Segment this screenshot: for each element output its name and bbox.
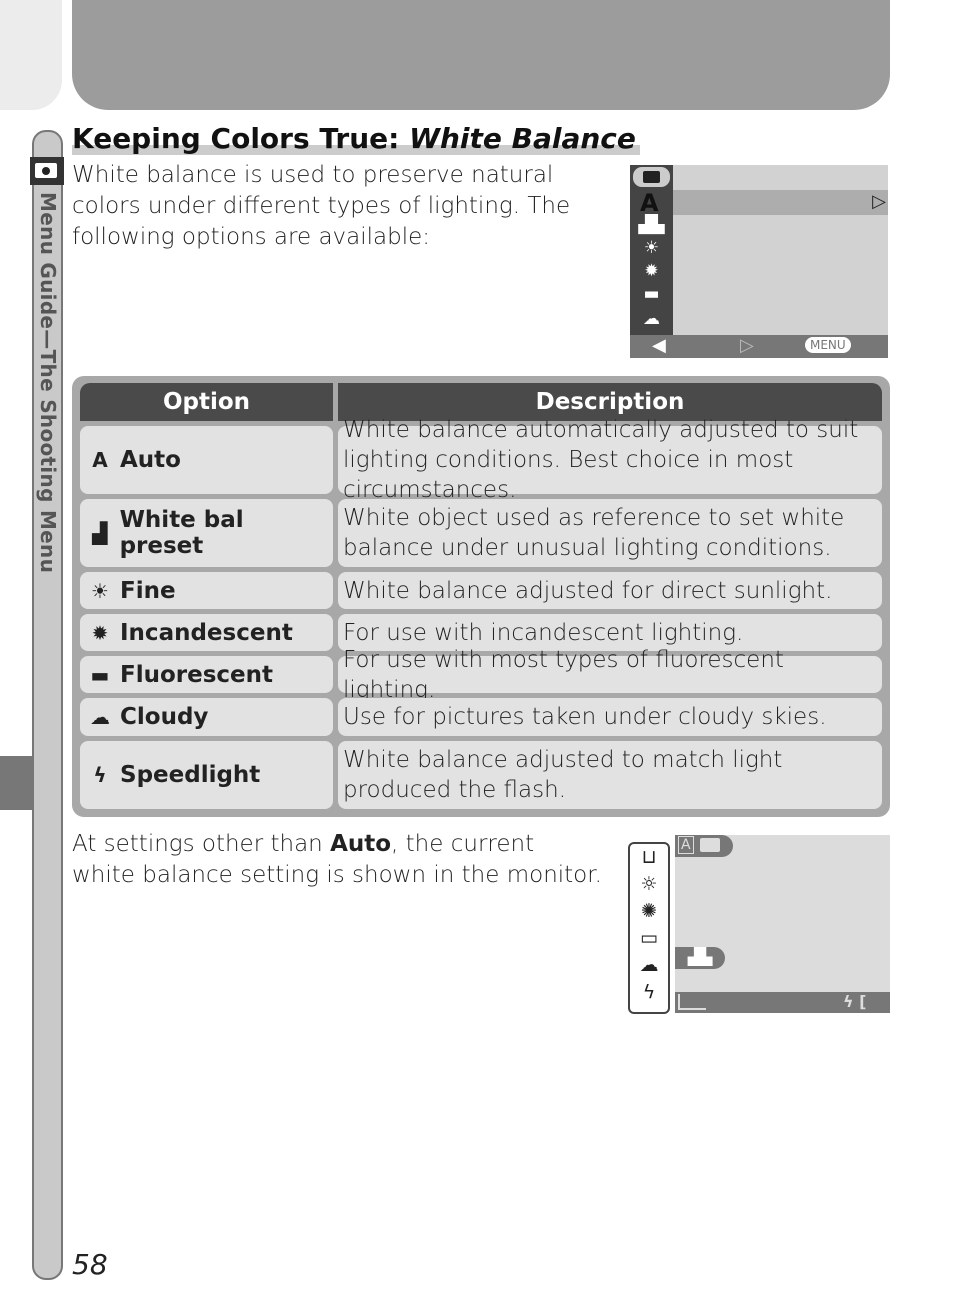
arrow-right-icon: ▷ — [740, 335, 754, 356]
title-italic: White Balance — [409, 122, 636, 155]
header-option: Option — [80, 383, 333, 421]
option-label: Incandescent — [120, 619, 293, 646]
title-main: Keeping Colors True: — [72, 122, 410, 155]
fluorescent-icon: ▭ — [640, 927, 658, 949]
description-cell: White object used as reference to set wh… — [338, 499, 882, 567]
intro-text: White balance is used to preserve natura… — [72, 162, 571, 250]
option-description: For use with incandescent lighting. — [343, 619, 744, 646]
mode-indicator: A — [675, 835, 733, 857]
option-description: White balance adjusted to match light pr… — [343, 747, 783, 803]
frame-bracket-icon — [678, 994, 706, 1010]
incandescent-icon: ✹ — [644, 261, 659, 281]
speedlight-icon: ϟ — [642, 981, 656, 1003]
fluorescent-icon: ▬ — [643, 284, 660, 304]
corner-block — [0, 0, 62, 110]
note-bold: Auto — [330, 831, 392, 857]
fluorescent-icon: ▬ — [90, 662, 110, 687]
auto-mode-icon: A — [678, 836, 694, 854]
description-cell: Use for pictures taken under cloudy skie… — [338, 698, 882, 736]
option-label: Speedlight — [120, 762, 261, 788]
camera-icon — [30, 157, 64, 185]
option-cell: ▬ Fluorescent — [80, 656, 333, 693]
option-label: Fine — [120, 577, 176, 604]
white-bal-preset-indicator: ▟▙ — [675, 947, 725, 969]
camera-icon — [633, 167, 670, 187]
option-description: White object used as reference to set wh… — [343, 505, 845, 561]
incandescent-icon: ✹ — [91, 620, 109, 645]
camera-icon — [700, 838, 720, 852]
option-cell: ▟ White bal preset — [80, 499, 333, 567]
side-tab-label: Menu Guide—The Shooting Menu — [36, 192, 60, 574]
section-marker — [0, 756, 34, 810]
option-label: White bal preset — [119, 507, 244, 559]
flash-icon: ϟ [ — [843, 992, 867, 1011]
option-cell: A Auto — [80, 426, 333, 494]
monitor-status-bar: ϟ [ — [675, 992, 890, 1013]
cloudy-icon: ☁ — [643, 309, 660, 329]
white-balance-menu-screen: A ▷ ▟▙ ☀ ✹ ▬ ☁ ◀ ▷ MENU — [630, 165, 888, 358]
option-label: Cloudy — [120, 704, 209, 730]
option-description: For use with most types of fluorescent l… — [343, 646, 784, 703]
option-description: White balance automatically adjusted to … — [343, 417, 859, 503]
page-number: 58 — [72, 1248, 108, 1281]
arrow-left-icon: ◀ — [652, 335, 666, 356]
header-banner — [72, 0, 890, 110]
white-bal-preset-icon: ▟▙ — [638, 215, 665, 235]
option-cell: ☀ Fine — [80, 572, 333, 609]
monitor-display: A ▟▙ ϟ [ — [675, 835, 890, 1013]
option-label: Fluorescent — [120, 661, 274, 688]
menu-button-icon: MENU — [805, 337, 851, 353]
fine-icon: ☀ — [643, 238, 660, 258]
auto-icon: A — [92, 448, 108, 472]
page-title: Keeping Colors True: White Balance — [72, 122, 640, 155]
fine-icon: ☀ — [91, 578, 109, 603]
white-bal-preset-icon: ▟ — [92, 521, 108, 545]
option-description: White balance adjusted for direct sunlig… — [343, 577, 833, 604]
options-table: Option Description A Auto White balance … — [72, 376, 890, 817]
note-text: At settings other than — [72, 831, 331, 857]
description-cell: White balance adjusted for direct sunlig… — [338, 572, 882, 609]
description-cell: White balance adjusted to match light pr… — [338, 741, 882, 809]
description-cell: White balance automatically adjusted to … — [338, 417, 882, 503]
option-label: Auto — [120, 447, 181, 473]
description-cell: For use with most types of fluorescent l… — [338, 647, 882, 703]
auto-icon: A — [640, 189, 659, 217]
speedlight-icon: ϟ — [93, 763, 107, 787]
cloudy-icon: ☁ — [639, 954, 659, 976]
white-bal-preset-icon: ⊔ — [641, 846, 657, 868]
white-balance-icon-list: ⊔ ☼ ✺ ▭ ☁ ϟ — [628, 842, 670, 1014]
incandescent-icon: ✺ — [641, 900, 657, 922]
menu-bottom-bar: ◀ ▷ MENU — [630, 335, 888, 358]
monitor-note: At settings other than Auto, the current… — [72, 829, 602, 891]
cloudy-icon: ☁ — [90, 705, 110, 729]
option-cell: ✹ Incandescent — [80, 614, 333, 651]
option-cell: ☁ Cloudy — [80, 698, 333, 736]
arrow-right-icon: ▷ — [872, 191, 886, 212]
option-cell: ϟ Speedlight — [80, 741, 333, 809]
option-description: Use for pictures taken under cloudy skie… — [343, 704, 827, 730]
fine-icon: ☼ — [640, 873, 658, 895]
